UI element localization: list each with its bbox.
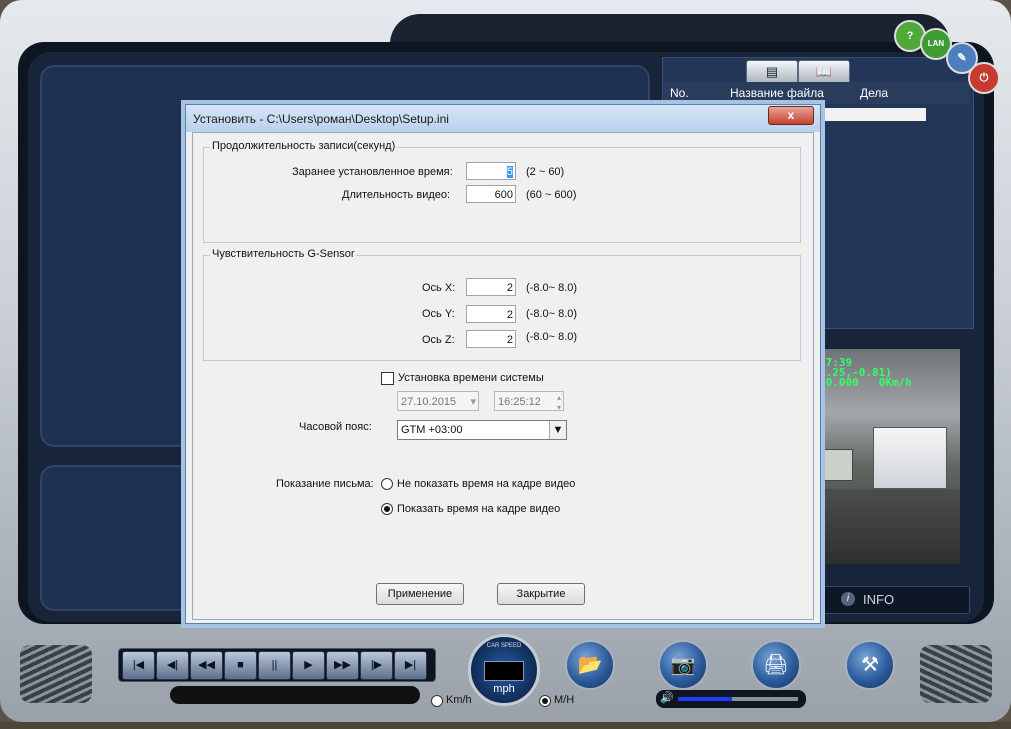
date-value: 27.10.2015 <box>401 396 457 408</box>
info-icon: i <box>841 592 855 606</box>
axis-x-range: (-8.0~ 8.0) <box>526 282 578 294</box>
display-label: Показание письма: <box>276 478 374 490</box>
osd-speed: 00.000 0Km/h <box>819 376 912 389</box>
file-tabs: ▤ 📖 <box>746 60 850 83</box>
tools-icon[interactable]: ⚒ <box>845 640 895 690</box>
video-length-input[interactable]: 600 <box>466 185 516 203</box>
video-preview: 17:39 0.25,-0.81) 00.000 0Km/h <box>819 349 960 564</box>
gsensor-legend: Чувствительность G-Sensor <box>210 248 357 260</box>
settings-dialog: Установить - C:\Users\роман\Desktop\Setu… <box>185 104 821 624</box>
spin-down-icon: ▾ <box>556 403 561 412</box>
axis-z-label: Ось Z: <box>422 334 455 346</box>
date-picker[interactable]: 27.10.2015 ▾ <box>397 391 479 411</box>
mh-label: M/H <box>554 694 575 706</box>
mh-radio[interactable] <box>539 695 551 707</box>
video-length-range: (60 ~ 600) <box>526 189 577 201</box>
recording-legend: Продолжительность записи(секунд) <box>210 140 398 152</box>
preset-range: (2 ~ 60) <box>526 166 565 178</box>
system-time-label: Установка времени системы <box>398 372 544 384</box>
info-label: INFO <box>863 592 895 607</box>
axis-z-input[interactable]: 2 <box>466 330 516 348</box>
speed-display <box>484 661 524 681</box>
recording-group: Продолжительность записи(секунд) Заранее… <box>203 140 801 243</box>
last-icon[interactable]: ▶| <box>394 651 427 680</box>
col-filename[interactable]: Название файла <box>730 86 824 100</box>
preset-input[interactable]: 5 <box>466 162 516 180</box>
step-forward-icon[interactable]: |▶ <box>360 651 393 680</box>
close-button[interactable]: Закрытие <box>497 583 585 605</box>
step-back-icon[interactable]: ◀| <box>156 651 189 680</box>
stop-icon[interactable]: ■ <box>224 651 257 680</box>
time-value: 16:25:12 <box>498 396 541 408</box>
show-time-label: Показать время на кадре видео <box>397 503 561 515</box>
pause-icon[interactable]: || <box>258 651 291 680</box>
dialog-body: Продолжительность записи(секунд) Заранее… <box>192 132 814 620</box>
speed-unit: mph <box>493 683 515 695</box>
power-icon[interactable]: ⏻ <box>968 62 1000 94</box>
preset-label: Заранее установленное время: <box>292 166 453 178</box>
dialog-title: Установить - C:\Users\роман\Desktop\Setu… <box>193 112 449 126</box>
axis-z-range: (-8.0~ 8.0) <box>526 331 578 343</box>
first-icon[interactable]: |◀ <box>122 651 155 680</box>
axis-y-range: (-8.0~ 8.0) <box>526 308 578 320</box>
print-icon[interactable]: 🖨 <box>751 640 801 690</box>
kmh-label: Km/h <box>446 694 472 706</box>
volume-track <box>732 697 798 701</box>
hide-time-label: Не показать время на кадре видео <box>397 478 576 490</box>
info-button[interactable]: i INFO <box>822 586 970 614</box>
file-list-row[interactable] <box>820 108 926 121</box>
gsensor-group: Чувствительность G-Sensor Ось X: 2 (-8.0… <box>203 248 801 361</box>
time-picker[interactable]: 16:25:12 ▴ ▾ <box>494 391 564 412</box>
timezone-select[interactable]: GTM +03:00 ▼ <box>397 420 567 440</box>
speedometer: CAR SPEED mph <box>468 634 540 706</box>
dialog-titlebar[interactable]: Установить - C:\Users\роман\Desktop\Setu… <box>186 105 820 132</box>
kmh-radio[interactable] <box>431 695 443 707</box>
axis-y-label: Ось Y: <box>422 308 455 320</box>
axis-x-input[interactable]: 2 <box>466 278 516 296</box>
volume-fill <box>678 697 732 701</box>
video-road <box>819 489 960 564</box>
video-truck <box>873 427 947 489</box>
show-time-radio[interactable] <box>381 503 393 515</box>
timezone-label: Часовой пояс: <box>299 421 372 433</box>
play-icon[interactable]: ▶ <box>292 651 325 680</box>
video-length-label: Длительность видео: <box>342 189 451 201</box>
system-time-checkbox[interactable] <box>381 372 394 385</box>
speedo-label: CAR SPEED <box>486 643 522 649</box>
chevron-down-icon: ▼ <box>549 421 566 439</box>
chevron-down-icon: ▾ <box>470 396 476 408</box>
col-action[interactable]: Дела <box>860 86 888 100</box>
video-bus <box>821 449 853 481</box>
seek-bar[interactable] <box>170 686 420 704</box>
hide-time-radio[interactable] <box>381 478 393 490</box>
file-list-header: No. Название файла Дела <box>664 82 970 104</box>
book-icon[interactable]: 📖 <box>798 60 850 83</box>
axis-y-input[interactable]: 2 <box>466 305 516 323</box>
axis-x-label: Ось X: <box>422 282 456 294</box>
transport-controls: |◀ ◀| ◀◀ ■ || ▶ ▶▶ |▶ ▶| <box>118 648 436 682</box>
fast-forward-icon[interactable]: ▶▶ <box>326 651 359 680</box>
camera-icon[interactable]: 📷 <box>658 640 708 690</box>
taskbar-strip <box>0 722 1011 729</box>
close-icon[interactable]: x <box>768 106 814 125</box>
speaker-grille-right <box>920 645 992 703</box>
apply-button[interactable]: Применение <box>376 583 464 605</box>
folder-icon[interactable]: 📂 <box>565 640 615 690</box>
document-icon[interactable]: ▤ <box>746 60 798 83</box>
timezone-value: GTM +03:00 <box>401 424 463 436</box>
speaker-icon: 🔊 <box>660 692 674 704</box>
rewind-icon[interactable]: ◀◀ <box>190 651 223 680</box>
speaker-grille-left <box>20 645 92 703</box>
col-no[interactable]: No. <box>670 86 689 100</box>
